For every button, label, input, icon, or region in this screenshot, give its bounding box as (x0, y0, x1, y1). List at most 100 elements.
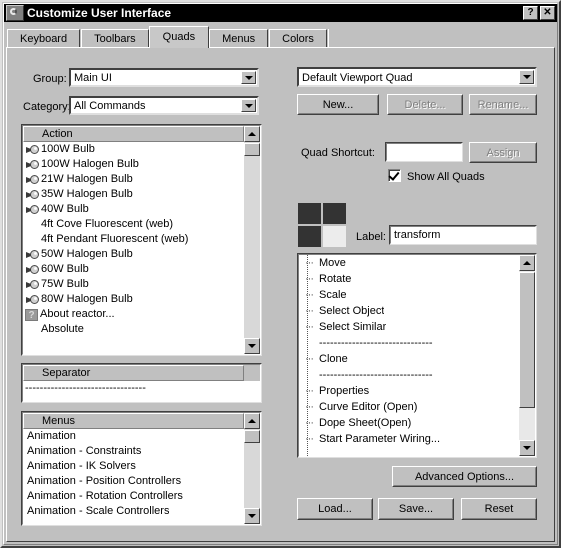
list-item[interactable]: 75W Bulb (23, 277, 244, 292)
list-item[interactable]: Animation (23, 429, 244, 444)
list-item[interactable]: 80W Halogen Bulb (23, 292, 244, 307)
separator-list[interactable]: --------------------------------- (23, 381, 260, 401)
list-item[interactable]: ------------------------------- (299, 335, 519, 351)
list-item[interactable]: ··· Clone (299, 351, 519, 367)
quad-set-combobox[interactable]: Default Viewport Quad (297, 67, 537, 87)
list-item[interactable]: ··· Dope Sheet(Open) (299, 415, 519, 431)
bulb-icon (25, 159, 39, 170)
group-label: Group: (33, 73, 67, 85)
list-item-label: Animation (27, 430, 76, 442)
arrow-up-icon (523, 261, 531, 265)
new-button[interactable]: New... (297, 94, 379, 115)
customize-user-interface-window: Customize User Interface ? ✕ Keyboard To… (0, 0, 561, 548)
label-field[interactable]: transform (389, 225, 537, 245)
quad-set-combobox-arrow[interactable] (519, 70, 534, 84)
tab-quads[interactable]: Quads (148, 26, 210, 48)
quad-commands-scrollbar[interactable] (519, 255, 535, 456)
list-item[interactable]: ··· Curve Editor (Open) (299, 399, 519, 415)
list-item[interactable]: Animation - Rotation Controllers (23, 489, 244, 504)
scroll-up-button[interactable] (244, 413, 260, 429)
list-item[interactable]: 40W Bulb (23, 202, 244, 217)
arrow-down-icon (248, 514, 256, 518)
tab-menus[interactable]: Menus (209, 29, 269, 48)
list-item[interactable]: ··· Select Object (299, 303, 519, 319)
close-button[interactable]: ✕ (540, 6, 555, 20)
list-item-separator: ------------------------------- (319, 369, 433, 381)
list-item[interactable]: 50W Halogen Bulb (23, 247, 244, 262)
scroll-thumb[interactable] (244, 430, 260, 443)
load-button[interactable]: Load... (297, 498, 373, 520)
list-item[interactable]: ------------------------------- (299, 367, 519, 383)
category-combobox-arrow[interactable] (241, 99, 256, 112)
quad-cell-lower-right[interactable] (323, 226, 346, 247)
list-item[interactable]: Absolute (23, 322, 244, 337)
tab-colors[interactable]: Colors (269, 29, 327, 48)
list-item[interactable]: 100W Halogen Bulb (23, 157, 244, 172)
check-icon (388, 169, 400, 181)
list-item[interactable]: 4ft Pendant Fluorescent (web) (23, 232, 244, 247)
category-combobox[interactable]: All Commands (69, 96, 259, 115)
quad-cell-upper-left[interactable] (298, 203, 321, 224)
list-item[interactable]: ··· Select Similar (299, 319, 519, 335)
scroll-thumb[interactable] (244, 143, 260, 156)
list-item[interactable]: Animation - Position Controllers (23, 474, 244, 489)
reset-button[interactable]: Reset (461, 498, 537, 520)
action-list-scrollbar[interactable] (244, 126, 260, 354)
window-buttons: ? ✕ (523, 6, 555, 20)
advanced-options-button[interactable]: Advanced Options... (392, 466, 537, 487)
list-item[interactable]: Animation - Constraints (23, 444, 244, 459)
tab-keyboard[interactable]: Keyboard (7, 29, 81, 48)
list-item[interactable]: ··· Properties (299, 383, 519, 399)
list-item[interactable]: Animation - Scale Controllers (23, 504, 244, 519)
list-item[interactable]: 100W Bulb (23, 142, 244, 157)
scroll-down-button[interactable] (244, 338, 260, 354)
quads-panel: Group: Main UI Category: All Commands Ac… (6, 47, 555, 542)
separator-list-frame: Separator ------------------------------… (21, 363, 262, 403)
scroll-thumb[interactable] (519, 272, 535, 408)
list-item[interactable]: 60W Bulb (23, 262, 244, 277)
list-item[interactable]: 21W Halogen Bulb (23, 172, 244, 187)
list-item-label: Select Object (319, 305, 385, 317)
tree-spine (307, 255, 308, 456)
scroll-up-button[interactable] (244, 126, 260, 142)
list-item[interactable]: ··· Scale (299, 287, 519, 303)
help-button[interactable]: ? (523, 6, 538, 20)
bulb-icon (25, 294, 39, 305)
quad-commands-list[interactable]: ··· Move ··· Rotate ··· Scale ··· Select Obj… (299, 255, 519, 456)
group-combobox-arrow[interactable] (241, 71, 256, 84)
list-item[interactable]: Animation - IK Solvers (23, 459, 244, 474)
menus-list-scrollbar[interactable] (244, 413, 260, 524)
scroll-down-button[interactable] (244, 508, 260, 524)
list-item[interactable]: ··· Start Parameter Wiring... (299, 431, 519, 447)
show-all-quads-checkbox[interactable] (388, 169, 401, 182)
action-list[interactable]: 100W Bulb 100W Halogen Bulb 21W Halogen … (23, 142, 244, 354)
save-button[interactable]: Save... (378, 498, 454, 520)
list-item[interactable]: ··· Move (299, 255, 519, 271)
assign-button[interactable]: Assign (469, 142, 537, 163)
list-item[interactable]: 4ft Cove Fluorescent (web) (23, 217, 244, 232)
menus-list-header: Menus (23, 413, 244, 429)
menus-list[interactable]: Animation Animation - Constraints Animat… (23, 429, 244, 524)
quad-preview[interactable] (298, 203, 346, 247)
group-combobox[interactable]: Main UI (69, 68, 259, 87)
quad-commands-frame: ··· Move ··· Rotate ··· Scale ··· Select Obj… (297, 253, 537, 458)
list-item[interactable]: ? About reactor... (23, 307, 244, 322)
list-item[interactable]: ··· Rotate (299, 271, 519, 287)
tab-strip-filler (327, 29, 554, 48)
scroll-up-button[interactable] (519, 255, 535, 271)
rename-button[interactable]: Rename... (469, 94, 537, 115)
scroll-down-button[interactable] (519, 440, 535, 456)
show-all-quads-label: Show All Quads (407, 171, 485, 183)
quad-cell-lower-left[interactable] (298, 226, 321, 247)
list-item[interactable]: 35W Halogen Bulb (23, 187, 244, 202)
delete-button[interactable]: Delete... (387, 94, 463, 115)
bulb-icon (25, 144, 39, 155)
list-item-label: 50W Halogen Bulb (41, 248, 133, 260)
tab-toolbars[interactable]: Toolbars (81, 29, 149, 48)
list-item-label: Absolute (41, 323, 84, 335)
chevron-down-icon (522, 75, 531, 79)
quad-cell-upper-right[interactable] (323, 203, 346, 224)
quad-shortcut-field[interactable] (385, 142, 463, 162)
list-item[interactable]: --------------------------------- (23, 381, 260, 396)
bulb-icon (25, 264, 39, 275)
